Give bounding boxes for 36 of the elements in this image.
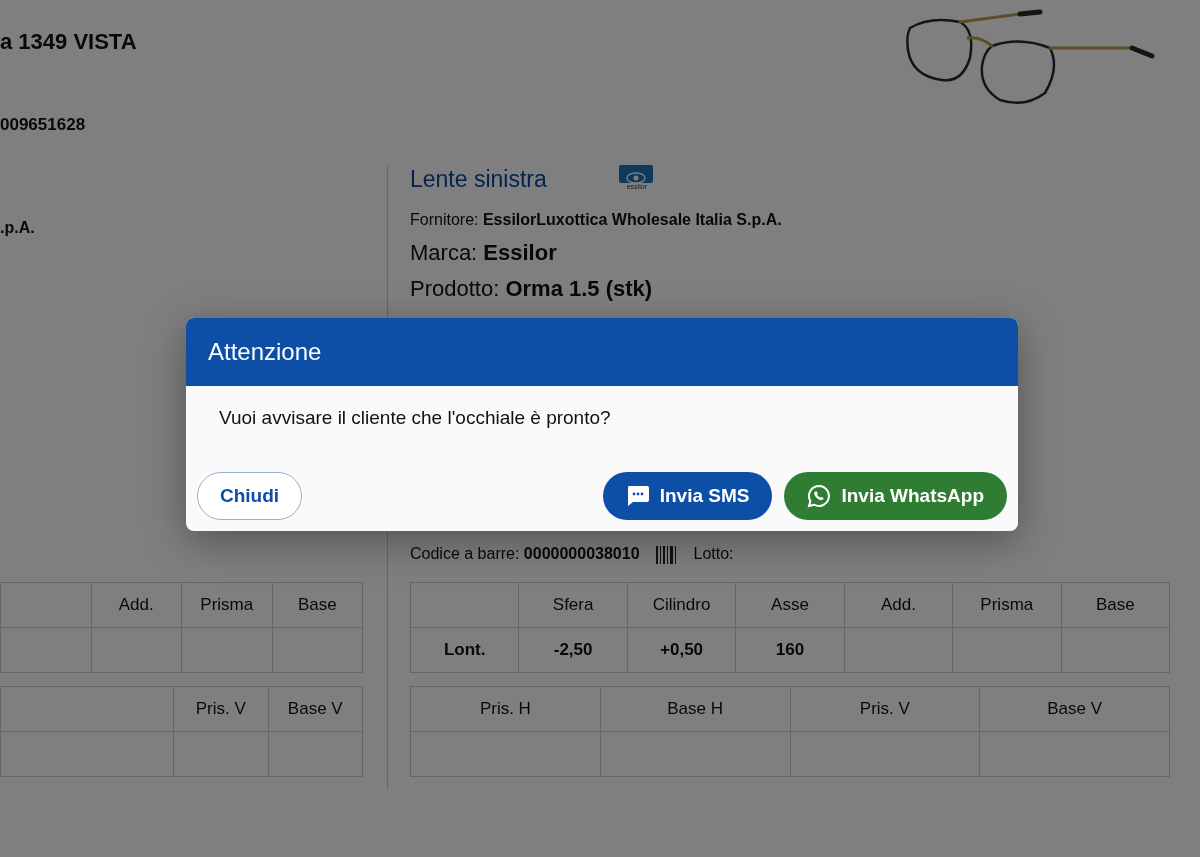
column-header: Pris. H [410, 686, 601, 732]
close-button[interactable]: Chiudi [197, 472, 303, 520]
column-header: Base [272, 582, 363, 628]
lot-label: Lotto: [693, 544, 734, 564]
column-header: Prisma [181, 582, 272, 628]
section-title: Lente sinistra [410, 165, 547, 193]
column-header: Add. [91, 582, 182, 628]
table-cell: 160 [735, 627, 845, 673]
column-header: Base V [268, 686, 363, 732]
column-header: Cilindro [627, 582, 736, 628]
column-header: Prisma [952, 582, 1062, 628]
frame-code: 009651628 [0, 114, 86, 136]
dialog-message: Vuoi avvisare il cliente che l'occhiale è pronto? [218, 406, 612, 430]
supplier-name: .p.A. [0, 218, 36, 238]
column-header: Base V [979, 686, 1170, 732]
send-sms-button[interactable]: Invia SMS [602, 472, 773, 520]
chat-icon [625, 485, 650, 507]
table-cell: +0,50 [627, 627, 736, 673]
barcode-text: Codice a barre: 0000000038010 [410, 544, 640, 564]
field-text: Prodotto: Orma 1.5 (stk) [410, 275, 654, 303]
column-header: Pris. V [790, 686, 980, 732]
table-cell: -2,50 [518, 627, 628, 673]
column-header: Base [1061, 582, 1170, 628]
field-text: Marca: Essilor [410, 239, 558, 267]
dialog-title: Attenzione [186, 318, 1018, 386]
barcode-icon [655, 545, 678, 564]
column-header: Sfera [518, 582, 628, 628]
column-header: Add. [844, 582, 953, 628]
column-header: Asse [735, 582, 845, 628]
phone-chat-icon [807, 484, 832, 508]
frame-title: a 1349 VISTA [0, 28, 137, 56]
field-text: Fornitore: EssilorLuxottica Wholesale Italia S.p.A. [410, 210, 783, 230]
column-header: Pris. V [173, 686, 268, 732]
column-header: Base H [600, 686, 790, 732]
row-label: Lont. [410, 627, 519, 673]
send-whatsapp-button[interactable]: Invia WhatsApp [784, 472, 1007, 520]
